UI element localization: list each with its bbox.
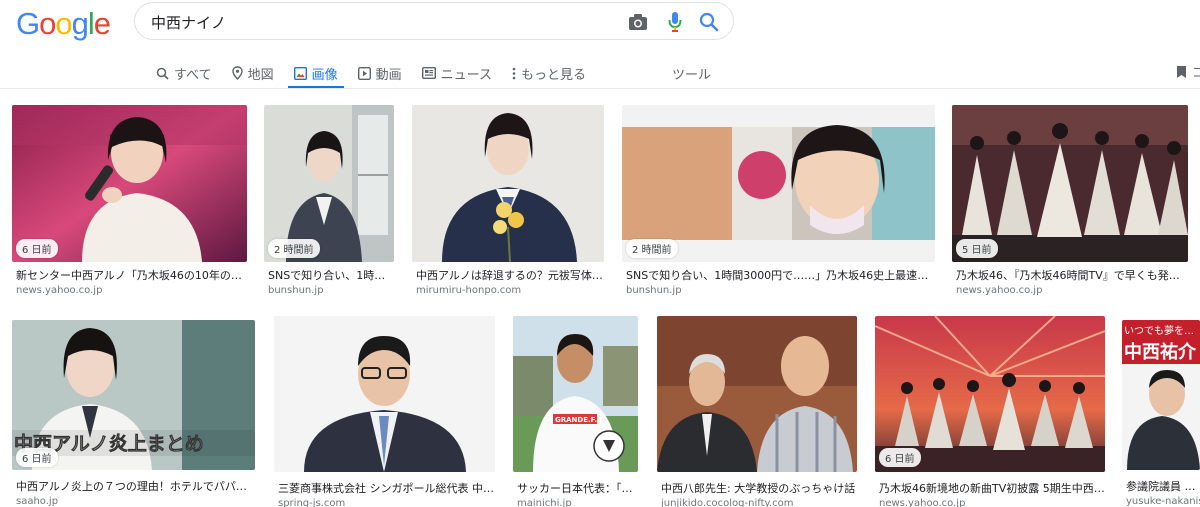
result-thumbnail[interactable]: いつでも夢を… 中西祐介: [1122, 320, 1200, 470]
microphone-icon[interactable]: [664, 11, 686, 33]
result-title[interactable]: 新センター中西アルノ「乃木坂46の10年の歴…: [16, 267, 246, 283]
tab-all[interactable]: すべて: [150, 58, 218, 88]
result-title[interactable]: 三菱商事株式会社 シンガポール総代表 中西…: [278, 480, 496, 496]
tab-label: 地図: [247, 67, 274, 83]
result-domain: mirumiru-honpo.com: [416, 285, 522, 296]
time-badge: 5 日前: [956, 239, 998, 258]
result-domain: mainichi.jp: [517, 498, 572, 507]
image-result[interactable]: いつでも夢を… 中西祐介 参議院議員 中西… yusuke-nakanishi…: [1122, 320, 1200, 507]
banner-name: 中西祐介: [1124, 341, 1197, 363]
result-title[interactable]: 乃木坂46新境地の新曲TV初披露 5期生中西ア…: [879, 480, 1107, 496]
tab-label: すべて: [174, 67, 212, 83]
result-title[interactable]: 中西アルノは辞退するの？元祓写体…: [416, 267, 604, 283]
search-icon: [156, 67, 169, 80]
image-result[interactable]: 中西アルノ炎上まとめ 6 日前 中西アルノ炎上の７つの理由！ホテルでパパ活… s…: [12, 320, 256, 507]
image-result[interactable]: 中西八郎先生: 大学教授のぶっちゃけ話 junjikido.cocolog-ni…: [657, 316, 858, 507]
shirt-text: GRANDE.F.P: [555, 416, 602, 424]
image-result[interactable]: GRANDE.F.P サッカー日本代表：「… mainichi.jp: [513, 316, 639, 507]
search-tabs: すべて 地図 画像 動画 ニュース もっと見る: [150, 58, 600, 89]
tools-button[interactable]: ツール: [672, 58, 711, 88]
time-badge: 2 時間前: [626, 239, 678, 258]
google-logo[interactable]: Google: [16, 6, 111, 42]
more-vert-icon: [512, 67, 516, 80]
bookmark-icon: [1176, 65, 1187, 79]
logo-letter: g: [71, 6, 89, 41]
result-domain: spring-js.com: [278, 498, 346, 507]
result-domain: news.yahoo.co.jp: [16, 285, 103, 296]
result-title[interactable]: 中西八郎先生: 大学教授のぶっちゃけ話: [661, 480, 859, 496]
image-result[interactable]: 6 日前 新センター中西アルノ「乃木坂46の10年の歴… news.yahoo.…: [12, 105, 248, 297]
result-title[interactable]: 乃木坂46、『乃木坂46時間TV』で早くも発揮…: [956, 267, 1190, 283]
image-result[interactable]: 6 日前 乃木坂46新境地の新曲TV初披露 5期生中西ア… news.yahoo…: [875, 316, 1107, 507]
result-title[interactable]: SNSで知り合い、1時間…: [268, 267, 396, 283]
result-domain: news.yahoo.co.jp: [956, 285, 1043, 296]
camera-icon[interactable]: [627, 11, 649, 33]
result-title[interactable]: 中西アルノ炎上の７つの理由！ホテルでパパ活…: [16, 478, 254, 494]
result-thumbnail[interactable]: [274, 316, 495, 472]
result-thumbnail[interactable]: [657, 316, 857, 472]
tab-images[interactable]: 画像: [287, 58, 344, 89]
tab-label: ニュース: [440, 67, 492, 83]
image-result[interactable]: 5 日前 乃木坂46、『乃木坂46時間TV』で早くも発揮… news.yahoo…: [952, 105, 1190, 297]
video-icon: [357, 66, 371, 80]
logo-letter: G: [16, 6, 40, 41]
header-divider: [0, 88, 1200, 89]
image-result[interactable]: 三菱商事株式会社 シンガポール総代表 中西… spring-js.com: [274, 316, 496, 507]
image-icon: [293, 66, 307, 80]
search-input[interactable]: [151, 11, 611, 33]
result-thumbnail[interactable]: [412, 105, 604, 262]
result-domain: bunshun.jp: [626, 285, 682, 296]
tab-label: 画像: [311, 67, 338, 83]
logo-letter: o: [39, 6, 56, 41]
tab-maps[interactable]: 地図: [226, 58, 280, 88]
logo-letter: o: [55, 6, 72, 41]
result-thumbnail[interactable]: GRANDE.F.P: [513, 316, 638, 472]
image-result[interactable]: 2 時間前 SNSで知り合い、1時間… bunshun.jp: [264, 105, 396, 297]
time-badge: 6 日前: [16, 239, 58, 258]
result-domain: junjikido.cocolog-nifty.com: [661, 498, 794, 507]
search-box: [134, 2, 734, 40]
image-result[interactable]: 中西アルノは辞退するの？元祓写体… mirumiru-honpo.com: [412, 105, 605, 297]
logo-letter: e: [93, 6, 111, 41]
news-icon: [421, 67, 436, 79]
tab-videos[interactable]: 動画: [352, 58, 408, 88]
result-domain: saaho.jp: [16, 496, 59, 507]
time-badge: 6 日前: [16, 448, 58, 467]
result-title[interactable]: SNSで知り合い、1時間3000円で……」乃木坂46史上最速でセ…: [626, 267, 934, 283]
banner-text: いつでも夢を…: [1124, 324, 1194, 337]
tab-label: もっと見る: [520, 67, 586, 83]
time-badge: 2 時間前: [268, 239, 320, 258]
result-domain: news.yahoo.co.jp: [879, 498, 966, 507]
result-title[interactable]: 参議院議員 中西…: [1126, 478, 1200, 494]
tab-label: 動画: [375, 67, 402, 83]
search-icon[interactable]: [698, 11, 720, 33]
tab-news[interactable]: ニュース: [416, 58, 498, 88]
image-result[interactable]: 2 時間前 SNSで知り合い、1時間3000円で……」乃木坂46史上最速でセ… …: [622, 105, 936, 297]
time-badge: 6 日前: [879, 448, 921, 467]
tab-more[interactable]: もっと見る: [506, 58, 592, 88]
saved-label: コ: [1192, 66, 1200, 81]
saved-button[interactable]: コ: [1176, 62, 1200, 81]
map-pin-icon: [231, 66, 243, 80]
result-title[interactable]: サッカー日本代表：「…: [517, 480, 639, 496]
result-domain: yusuke-nakanishi…: [1126, 496, 1200, 507]
result-domain: bunshun.jp: [268, 285, 324, 296]
